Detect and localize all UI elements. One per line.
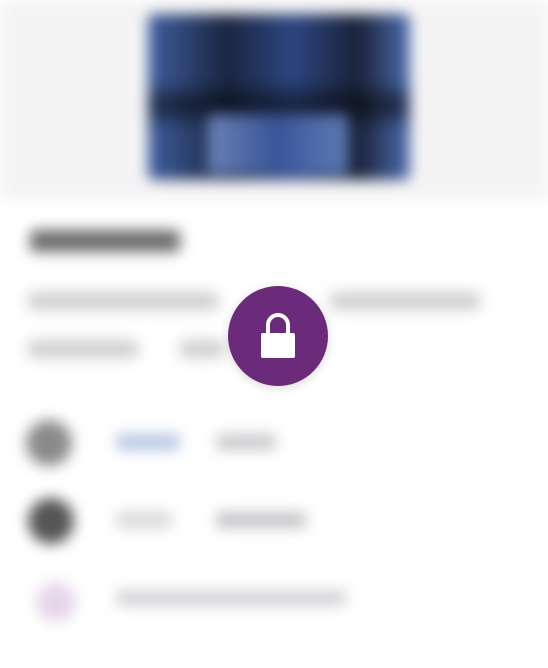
title-placeholder (30, 230, 180, 252)
description-line (28, 340, 138, 358)
row-icon (36, 582, 76, 622)
description-line (180, 340, 224, 358)
row-icon (26, 420, 72, 466)
row-text (116, 512, 172, 528)
row-icon (28, 498, 74, 544)
lock-icon (259, 312, 297, 360)
description-line (28, 292, 218, 310)
row-text (216, 512, 306, 528)
hero-image (148, 14, 410, 180)
description-line (330, 292, 480, 310)
lock-button[interactable] (228, 286, 328, 386)
locked-content-screen (0, 0, 548, 668)
row-text (116, 434, 180, 450)
row-text (216, 434, 276, 450)
row-text (116, 590, 346, 606)
